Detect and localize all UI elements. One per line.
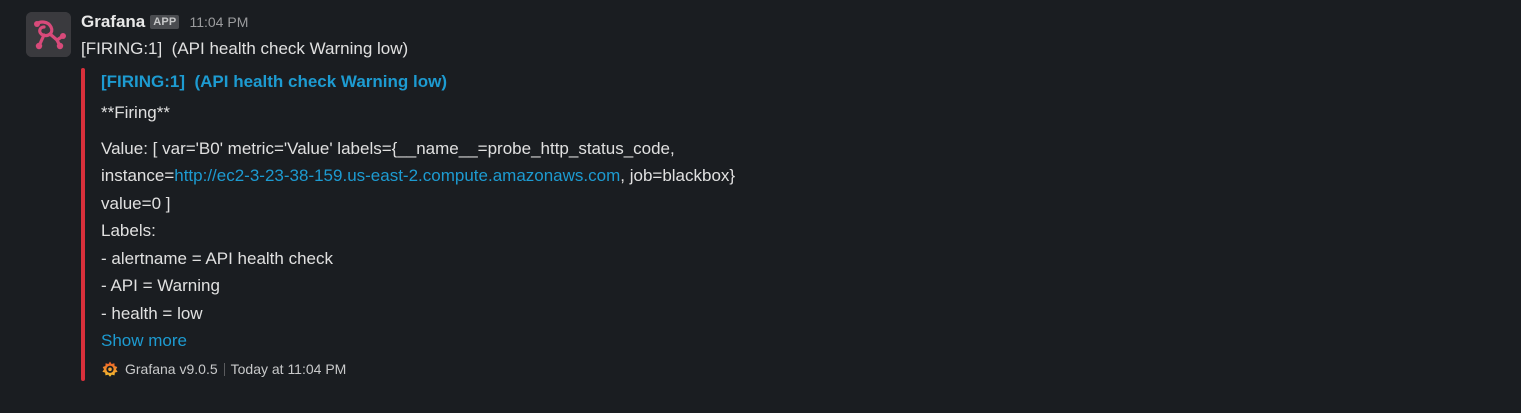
firing-text: **Firing** — [101, 103, 170, 122]
job-suffix: , job=blackbox} — [620, 166, 736, 185]
show-more-button[interactable]: Show more — [101, 327, 735, 355]
attachment-title-link[interactable]: [FIRING:1] (API health check Warning low… — [101, 72, 447, 92]
grafana-app-avatar[interactable] — [26, 12, 71, 57]
grafana-flame-icon — [102, 361, 118, 377]
slack-message: Grafana APP 11:04 PM [FIRING:1] (API hea… — [0, 0, 1521, 413]
attachment-color-bar — [81, 68, 85, 381]
grafana-logo-icon — [26, 12, 71, 57]
app-badge: APP — [150, 15, 180, 29]
message-header: Grafana APP 11:04 PM — [81, 11, 248, 33]
instance-url-link[interactable]: http://ec2-3-23-38-159.us-east-2.compute… — [174, 166, 620, 185]
attachment-footer: Grafana v9.0.5 Today at 11:04 PM — [101, 359, 346, 379]
label-item: - API = Warning — [101, 276, 220, 295]
label-item: - alertname = API health check — [101, 248, 333, 268]
alert-attachment: [FIRING:1] (API health check Warning low… — [81, 68, 981, 381]
instance-prefix: instance= — [101, 166, 175, 185]
value-line-2: instance=http://ec2-3-23-38-159.us-east-… — [101, 162, 735, 190]
footer-timestamp[interactable]: Today at 11:04 PM — [231, 361, 347, 377]
message-timestamp[interactable]: 11:04 PM — [189, 14, 248, 30]
sender-name[interactable]: Grafana — [81, 12, 145, 32]
value-line-1: Value: [ var='B0' metric='Value' labels=… — [101, 138, 675, 158]
attachment-body: **Firing** Value: [ var='B0' metric='Val… — [101, 99, 735, 355]
label-item: - health = low — [101, 303, 203, 323]
footer-divider — [223, 362, 225, 376]
value-line-3: value=0 ] — [101, 193, 171, 213]
footer-source: Grafana v9.0.5 — [125, 361, 218, 377]
message-summary-text: [FIRING:1] (API health check Warning low… — [81, 39, 409, 58]
labels-heading: Labels: — [101, 221, 156, 240]
